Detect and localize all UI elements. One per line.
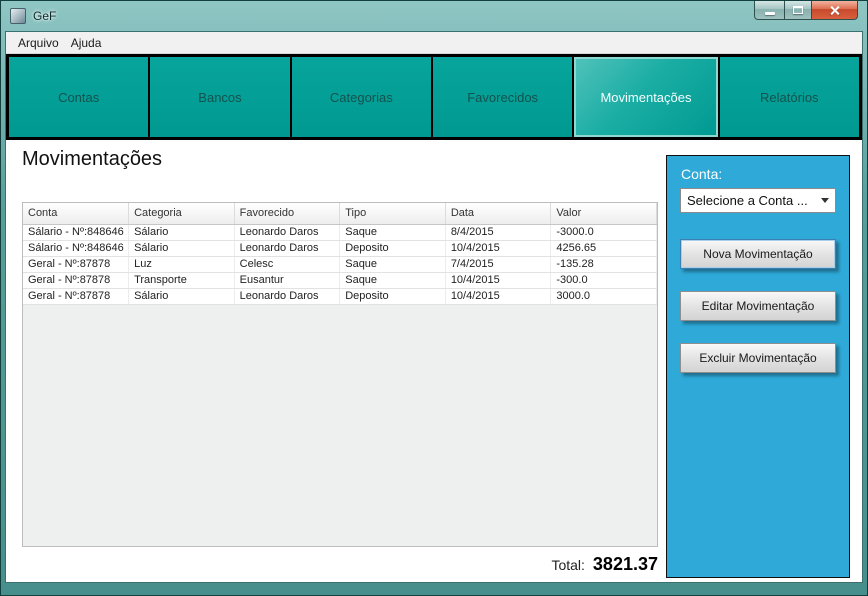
cell-tipo: Deposito <box>339 240 446 257</box>
conta-select-value: Selecione a Conta ... <box>687 193 808 208</box>
table-row[interactable]: Geral - Nº:87878 Transporte Eusantur Saq… <box>23 272 657 289</box>
cell-tipo: Deposito <box>339 288 446 305</box>
col-header-data[interactable]: Data <box>445 203 552 225</box>
cell-tipo: Saque <box>339 256 446 273</box>
menu-arquivo[interactable]: Arquivo <box>12 34 65 52</box>
excluir-movimentacao-button[interactable]: Excluir Movimentação <box>680 343 836 373</box>
table-row[interactable]: Sálario - Nº:848646 Sálario Leonardo Dar… <box>23 224 657 241</box>
minimize-icon <box>764 12 775 15</box>
cell-conta: Geral - Nº:87878 <box>23 288 130 305</box>
app-icon <box>10 8 26 24</box>
cell-data: 10/4/2015 <box>445 240 552 257</box>
main-content: Movimentações Conta Categoria Favorecido… <box>6 140 862 582</box>
close-button[interactable] <box>812 1 858 20</box>
cell-valor: -3000.0 <box>550 224 657 241</box>
cell-valor: -135.28 <box>550 256 657 273</box>
cell-favorecido: Leonardo Daros <box>234 240 341 257</box>
client-area: Arquivo Ajuda Contas Bancos Categorias F… <box>5 31 863 583</box>
app-window: GeF Arquivo Ajuda Contas Bancos Categori… <box>0 0 868 596</box>
chevron-down-icon <box>821 198 829 203</box>
tab-favorecidos[interactable]: Favorecidos <box>432 57 573 137</box>
table-row[interactable]: Sálario - Nº:848646 Sálario Leonardo Dar… <box>23 240 657 257</box>
col-header-categoria[interactable]: Categoria <box>128 203 235 225</box>
cell-data: 7/4/2015 <box>445 256 552 273</box>
cell-conta: Sálario - Nº:848646 <box>23 224 130 241</box>
tab-contas[interactable]: Contas <box>9 57 149 137</box>
cell-favorecido: Celesc <box>234 256 341 273</box>
total-value: 3821.37 <box>592 554 658 574</box>
cell-categoria: Sálario <box>128 288 235 305</box>
nova-movimentacao-button[interactable]: Nova Movimentação <box>680 239 836 269</box>
nav-bar: Contas Bancos Categorias Favorecidos Mov… <box>6 54 862 140</box>
menu-ajuda[interactable]: Ajuda <box>65 34 108 52</box>
cell-valor: 4256.65 <box>550 240 657 257</box>
cell-valor: 3000.0 <box>550 288 657 305</box>
menubar: Arquivo Ajuda <box>6 32 862 54</box>
tab-relatorios[interactable]: Relatórios <box>719 57 859 137</box>
cell-favorecido: Leonardo Daros <box>234 224 341 241</box>
total-row: Total: 3821.37 <box>22 554 658 575</box>
conta-select[interactable]: Selecione a Conta ... <box>680 188 836 213</box>
close-icon <box>829 5 840 16</box>
col-header-valor[interactable]: Valor <box>550 203 657 225</box>
cell-conta: Sálario - Nº:848646 <box>23 240 130 257</box>
cell-conta: Geral - Nº:87878 <box>23 256 130 273</box>
cell-categoria: Transporte <box>128 272 235 289</box>
tab-categorias[interactable]: Categorias <box>291 57 431 137</box>
cell-data: 10/4/2015 <box>445 272 552 289</box>
col-header-favorecido[interactable]: Favorecido <box>234 203 341 225</box>
conta-sidebar-panel: Conta: Selecione a Conta ... Nova Movime… <box>666 155 850 578</box>
movimentacoes-table: Conta Categoria Favorecido Tipo Data Val… <box>23 203 657 305</box>
cell-valor: -300.0 <box>550 272 657 289</box>
cell-favorecido: Eusantur <box>234 272 341 289</box>
editar-movimentacao-button[interactable]: Editar Movimentação <box>680 291 836 321</box>
table-row[interactable]: Geral - Nº:87878 Luz Celesc Saque 7/4/20… <box>23 256 657 273</box>
total-label: Total: <box>551 557 585 573</box>
cell-categoria: Luz <box>128 256 235 273</box>
page-title: Movimentações <box>22 148 163 170</box>
conta-label: Conta: <box>681 166 723 182</box>
tab-bancos[interactable]: Bancos <box>150 57 290 137</box>
movimentacoes-table-scrollpane: Conta Categoria Favorecido Tipo Data Val… <box>22 202 658 547</box>
cell-data: 10/4/2015 <box>445 288 552 305</box>
cell-tipo: Saque <box>339 224 446 241</box>
minimize-button[interactable] <box>754 1 784 20</box>
maximize-icon <box>793 6 803 14</box>
cell-conta: Geral - Nº:87878 <box>23 272 130 289</box>
cell-categoria: Sálario <box>128 224 235 241</box>
tab-movimentacoes[interactable]: Movimentações <box>574 57 718 137</box>
cell-categoria: Sálario <box>128 240 235 257</box>
cell-favorecido: Leonardo Daros <box>234 288 341 305</box>
cell-data: 8/4/2015 <box>445 224 552 241</box>
titlebar[interactable]: GeF <box>1 1 867 31</box>
table-row[interactable]: Geral - Nº:87878 Sálario Leonardo Daros … <box>23 288 657 305</box>
window-controls <box>754 1 858 20</box>
col-header-conta[interactable]: Conta <box>23 203 130 225</box>
table-header-row: Conta Categoria Favorecido Tipo Data Val… <box>23 203 657 225</box>
col-header-tipo[interactable]: Tipo <box>339 203 446 225</box>
window-title: GeF <box>33 9 57 23</box>
cell-tipo: Saque <box>339 272 446 289</box>
maximize-button[interactable] <box>784 1 812 20</box>
